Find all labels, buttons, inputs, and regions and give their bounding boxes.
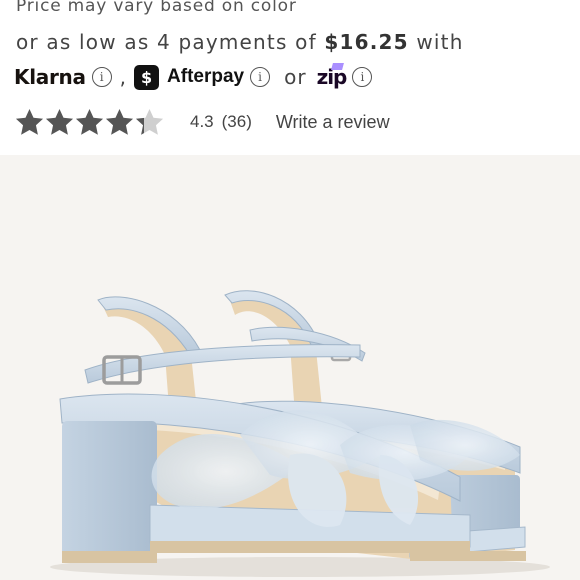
price-note: Price may vary based on color xyxy=(16,0,297,16)
star-icon xyxy=(135,108,164,135)
star-icon xyxy=(105,108,134,135)
klarna-info-icon[interactable]: i xyxy=(91,67,112,87)
zip-logo[interactable]: zip xyxy=(317,63,347,89)
rating-row: 4.3 (36) Write a review xyxy=(14,105,390,139)
or-text: or xyxy=(284,65,307,89)
provider-separator: , xyxy=(119,65,127,89)
installment-text: or as low as 4 payments of $16.25 with xyxy=(16,30,464,54)
star-rating[interactable] xyxy=(14,107,164,138)
zip-info-icon[interactable]: i xyxy=(352,67,373,87)
product-image[interactable] xyxy=(0,155,580,580)
zip-accent-icon xyxy=(330,63,344,70)
sandal-illustration xyxy=(0,155,580,580)
afterpay-logo[interactable]: Afterpay xyxy=(167,66,244,88)
star-icon xyxy=(45,108,74,135)
payment-providers-row: Klarna i , $ Afterpay i or zip i xyxy=(14,62,373,92)
review-count[interactable]: (36) xyxy=(222,112,252,132)
installment-prefix: or as low as 4 payments of xyxy=(16,30,325,54)
rating-value: 4.3 xyxy=(190,112,214,131)
star-icon xyxy=(75,108,104,135)
klarna-logo[interactable]: Klarna xyxy=(14,65,86,89)
afterpay-badge-icon: $ xyxy=(134,64,160,90)
write-review-link[interactable]: Write a review xyxy=(276,112,390,133)
star-icon xyxy=(15,108,44,135)
installment-suffix: with xyxy=(408,30,464,54)
installment-amount: $16.25 xyxy=(324,30,409,54)
afterpay-info-icon[interactable]: i xyxy=(250,67,271,87)
